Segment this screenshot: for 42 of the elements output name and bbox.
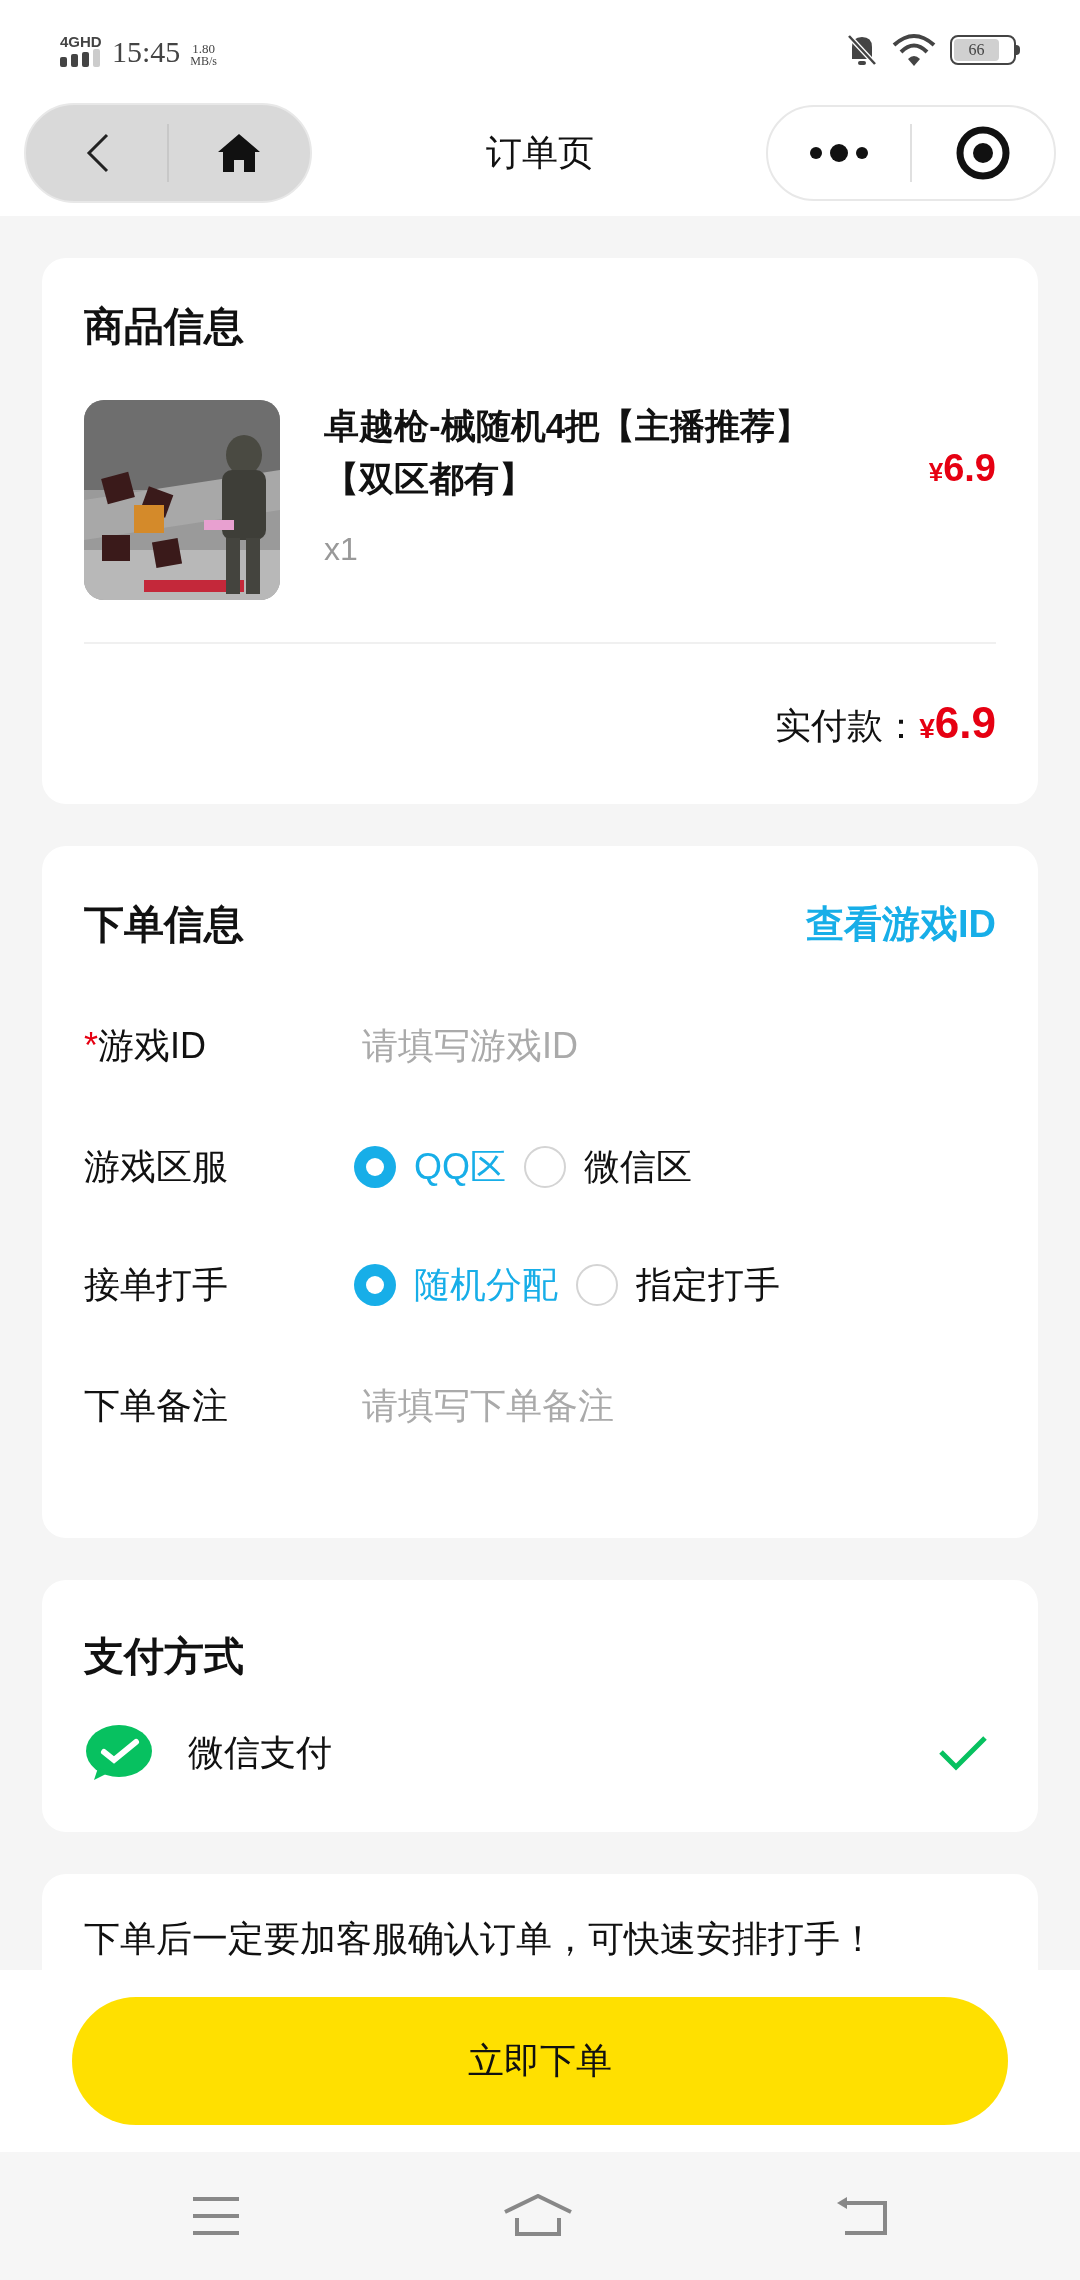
radio-label: QQ区 <box>414 1145 506 1189</box>
chat-bubble-icon <box>84 1724 154 1782</box>
signal-icon <box>60 48 102 67</box>
section-title: 支付方式 <box>84 1633 245 1680</box>
quantity: x1 <box>324 530 359 569</box>
page-title: 订单页 <box>486 131 594 175</box>
total-price: ¥6.9 <box>919 697 996 749</box>
text-field[interactable]: 请填写下单备注 <box>362 1379 996 1433</box>
field-label: 下单备注 <box>84 1384 228 1428</box>
back-icon <box>84 133 109 173</box>
speed-value: 1.80 <box>192 41 216 55</box>
required-asterisk: * <box>84 1024 98 1068</box>
radio-button[interactable] <box>524 1146 566 1188</box>
payment-method-label: 微信支付 <box>188 1731 332 1775</box>
battery-indicator: 66 <box>950 35 1020 65</box>
radio-button[interactable] <box>576 1264 618 1306</box>
section-title: 下单信息 <box>84 901 244 948</box>
field-label: 游戏区服 <box>84 1145 228 1189</box>
network-label: 4GHD <box>60 33 102 49</box>
wifi-icon <box>892 33 936 67</box>
field-label: 接单打手 <box>84 1263 228 1307</box>
notice-text: 下单后一定要加客服确认订单，可快速安排打手！ <box>84 1917 877 1961</box>
clock: 15:45 <box>112 36 181 67</box>
speed-unit: MB/s <box>190 54 218 67</box>
product-name: 卓越枪-械随机4把【主播推荐】【双区都有】 <box>324 405 812 500</box>
radio-button[interactable] <box>354 1264 396 1306</box>
field-label: 游戏ID <box>98 1024 206 1068</box>
bell-off-icon <box>846 33 878 67</box>
radio-label: 指定打手 <box>636 1263 780 1307</box>
radio-label: 随机分配 <box>414 1263 558 1307</box>
home-icon <box>503 2194 573 2238</box>
radio-label: 微信区 <box>584 1145 692 1189</box>
radio-button[interactable] <box>354 1146 396 1188</box>
menu-icon <box>191 2196 241 2236</box>
text-field[interactable]: 请填写游戏ID <box>362 1019 996 1073</box>
back-icon <box>835 2195 889 2237</box>
more-icon <box>808 143 870 163</box>
item-price: ¥6.9 <box>928 446 996 491</box>
target-icon <box>956 126 1010 180</box>
total-label: 实付款： <box>775 704 920 748</box>
section-title: 商品信息 <box>84 303 245 350</box>
submit-order-button[interactable]: 立即下单 <box>72 1997 1008 2125</box>
